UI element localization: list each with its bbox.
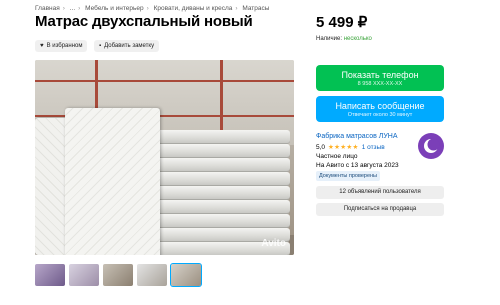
show-phone-button[interactable]: Показать телефон 8 958 XXX-XX-XX <box>316 65 444 91</box>
mattress-upright-front <box>65 108 160 255</box>
main-photo[interactable]: Avito <box>35 60 294 255</box>
breadcrumb-ellipsis[interactable]: ... <box>70 5 75 12</box>
verified-badge: Документы проверены <box>316 171 381 181</box>
heart-icon: ♥ <box>40 43 44 49</box>
breadcrumb-mattresses[interactable]: Матрасы <box>242 5 269 12</box>
favorite-button[interactable]: ♥ В избранном <box>35 40 88 52</box>
reviews-link[interactable]: 1 отзыв <box>362 144 385 151</box>
add-note-button[interactable]: ▪ Добавить заметку <box>94 40 160 52</box>
reply-time: Отвечает около 30 минут <box>347 112 413 118</box>
breadcrumb-furniture[interactable]: Мебель и интерьер <box>85 5 143 12</box>
seller-rating: 5,0 ★★★★★ 1 отзыв <box>316 143 385 152</box>
thumbnail-strip <box>35 263 202 287</box>
price: 5 499 ₽ <box>316 14 368 31</box>
seller-logo[interactable] <box>418 133 444 159</box>
breadcrumb-home[interactable]: Главная <box>35 5 60 12</box>
breadcrumb: Главная › ... › Мебель и интерьер › Кровати… <box>35 5 270 12</box>
user-listings-button[interactable]: 12 объявлений пользователя <box>316 186 444 199</box>
thumbnail[interactable] <box>170 263 202 287</box>
avito-watermark: Avito <box>261 238 286 249</box>
thumbnail[interactable] <box>35 264 65 286</box>
availability: Наличие: несколько <box>316 36 372 42</box>
thumbnail[interactable] <box>103 264 133 286</box>
seller-since: На Авито с 13 августа 2023 <box>316 162 399 169</box>
seller-type: Частное лицо <box>316 153 358 160</box>
breadcrumb-beds[interactable]: Кровати, диваны и кресла <box>154 5 233 12</box>
subscribe-seller-button[interactable]: Подписаться на продавца <box>316 203 444 216</box>
note-icon: ▪ <box>99 43 102 49</box>
availability-value: несколько <box>343 36 372 42</box>
write-message-button[interactable]: Написать сообщение Отвечает около 30 мин… <box>316 96 444 122</box>
moon-icon <box>424 138 440 153</box>
mattress-stack <box>140 130 290 255</box>
thumbnail[interactable] <box>69 264 99 286</box>
seller-name-link[interactable]: Фабрика матрасов ЛУНА <box>316 133 398 140</box>
masked-phone: 8 958 XXX-XX-XX <box>357 81 403 87</box>
star-icons: ★★★★★ <box>328 144 359 151</box>
thumbnail[interactable] <box>137 264 167 286</box>
page-title: Матрас двухспальный новый <box>35 13 253 30</box>
